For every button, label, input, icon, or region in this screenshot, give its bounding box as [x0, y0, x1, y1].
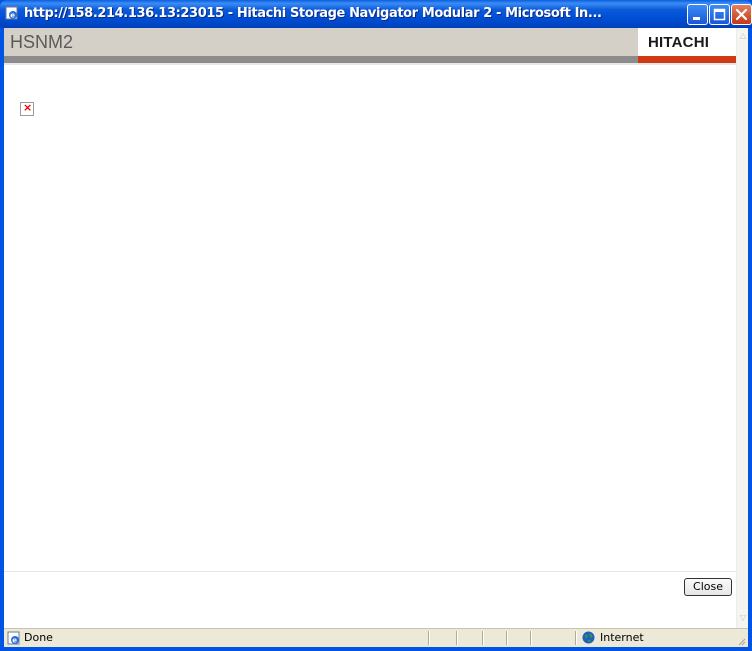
- app-header: HSNM2 HITACHI: [4, 28, 736, 56]
- close-icon: [735, 8, 748, 21]
- resize-grip-icon[interactable]: [736, 636, 746, 646]
- maximize-button[interactable]: [709, 4, 730, 25]
- status-divider: [530, 631, 532, 645]
- maximize-icon: [713, 8, 726, 21]
- browser-window: e http://158.214.136.13:23015 - Hitachi …: [0, 0, 752, 651]
- browser-content: HSNM2 HITACHI × Close △ ▽ e Done Interne…: [4, 28, 748, 647]
- status-divider: [428, 631, 430, 645]
- window-title: http://158.214.136.13:23015 - Hitachi St…: [24, 6, 602, 21]
- globe-icon: [582, 631, 595, 644]
- ie-page-icon: e: [7, 631, 20, 645]
- content-area: [4, 65, 736, 571]
- title-bar[interactable]: e http://158.214.136.13:23015 - Hitachi …: [0, 0, 752, 28]
- app-title: HSNM2: [10, 32, 74, 52]
- ie-page-icon: e: [5, 6, 18, 20]
- status-divider: [575, 631, 577, 645]
- dialog-footer: [4, 571, 736, 629]
- header-accent-bar: [638, 56, 736, 63]
- svg-text:e: e: [12, 637, 17, 645]
- close-window-button[interactable]: [731, 4, 752, 25]
- broken-image-icon: ×: [20, 101, 34, 116]
- scroll-up-icon[interactable]: △: [738, 30, 748, 42]
- minimize-icon: [693, 17, 700, 20]
- scroll-down-icon[interactable]: ▽: [738, 612, 748, 624]
- status-divider: [456, 631, 458, 645]
- svg-text:e: e: [10, 12, 15, 20]
- vertical-scrollbar[interactable]: △ ▽: [736, 28, 748, 628]
- status-text: Done: [24, 631, 53, 644]
- logo-text: HITACHI: [648, 34, 710, 51]
- security-zone-text: Internet: [600, 631, 644, 644]
- header-grey-bar: [4, 56, 638, 63]
- minimize-button[interactable]: [687, 4, 708, 25]
- close-button[interactable]: Close: [684, 578, 732, 596]
- hitachi-logo: HITACHI: [638, 28, 736, 56]
- status-divider: [482, 631, 484, 645]
- status-divider: [506, 631, 508, 645]
- status-bar: e Done Internet: [4, 628, 748, 647]
- page: HSNM2 HITACHI × Close: [4, 28, 736, 629]
